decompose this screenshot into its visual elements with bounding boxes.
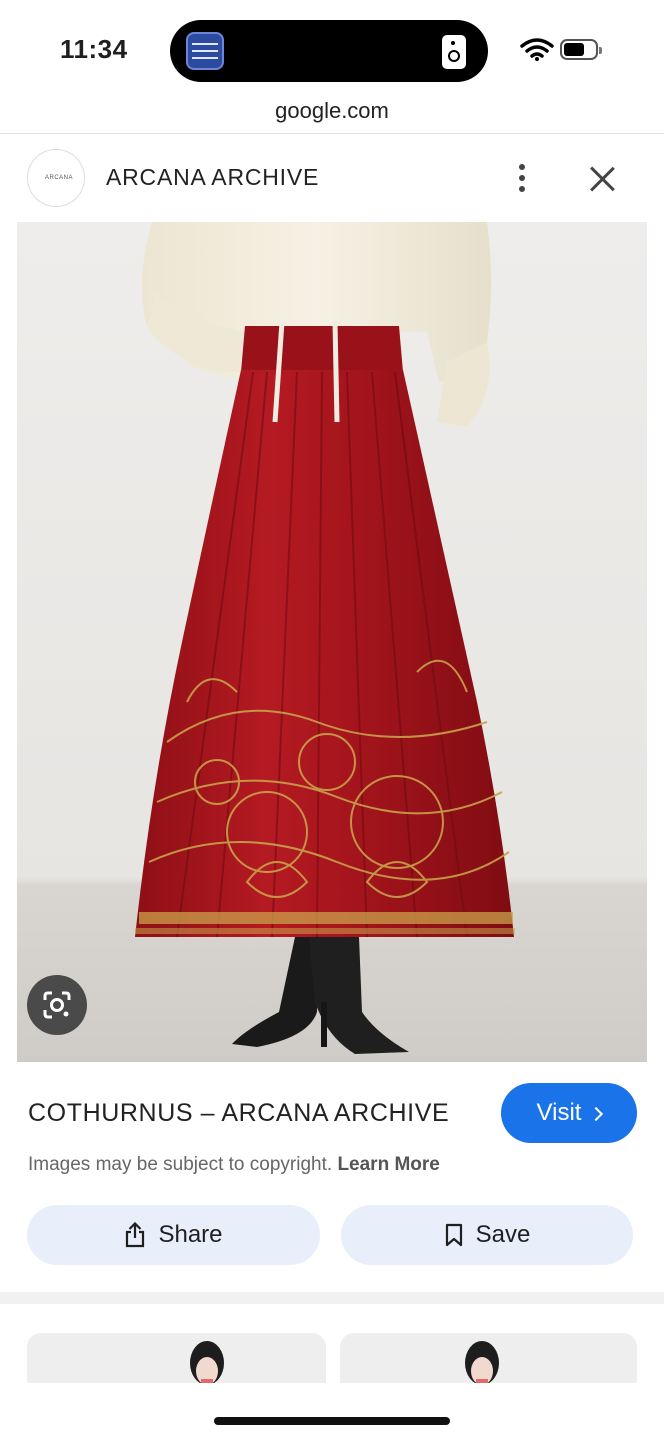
more-vert-icon[interactable] bbox=[508, 162, 536, 194]
podcast-app-icon bbox=[186, 32, 224, 70]
status-bar: 11:34 bbox=[0, 0, 664, 96]
visit-label: Visit bbox=[536, 1099, 582, 1126]
url-bar[interactable]: google.com bbox=[0, 98, 664, 124]
share-button[interactable]: Share bbox=[27, 1205, 320, 1265]
copyright-text: Images may be subject to copyright. bbox=[28, 1154, 333, 1175]
section-divider bbox=[0, 1292, 664, 1304]
speaker-icon bbox=[442, 35, 466, 69]
related-image-model bbox=[190, 1341, 224, 1383]
share-label: Share bbox=[158, 1221, 223, 1248]
related-image-model bbox=[465, 1341, 499, 1383]
status-time: 11:34 bbox=[60, 34, 128, 64]
product-title[interactable]: COTHURNUS – ARCANA ARCHIVE bbox=[28, 1099, 449, 1128]
related-image[interactable] bbox=[27, 1333, 326, 1383]
site-logo[interactable]: ARCANA bbox=[27, 149, 85, 207]
dynamic-island[interactable] bbox=[170, 20, 488, 82]
copyright-notice: Images may be subject to copyright. Lear… bbox=[28, 1154, 440, 1176]
product-image[interactable] bbox=[17, 222, 647, 1062]
battery-icon bbox=[560, 39, 602, 60]
save-label: Save bbox=[475, 1221, 531, 1248]
home-indicator[interactable] bbox=[214, 1417, 450, 1425]
learn-more-link[interactable]: Learn More bbox=[337, 1154, 439, 1175]
bottom-area bbox=[0, 1383, 664, 1440]
visit-button[interactable]: Visit bbox=[501, 1083, 637, 1143]
site-logo-text: ARCANA bbox=[45, 175, 74, 181]
related-image[interactable] bbox=[340, 1333, 637, 1383]
google-lens-icon[interactable] bbox=[27, 975, 87, 1035]
site-name[interactable]: ARCANA ARCHIVE bbox=[106, 164, 319, 191]
save-button[interactable]: Save bbox=[341, 1205, 633, 1265]
skirt-illustration bbox=[17, 222, 647, 1062]
site-header: ARCANA ARCANA ARCHIVE bbox=[0, 134, 664, 222]
chevron-right-icon bbox=[589, 1106, 604, 1122]
wifi-icon bbox=[520, 38, 554, 61]
share-icon bbox=[126, 1222, 145, 1248]
bookmark-icon bbox=[445, 1223, 462, 1247]
close-icon[interactable] bbox=[586, 162, 618, 194]
